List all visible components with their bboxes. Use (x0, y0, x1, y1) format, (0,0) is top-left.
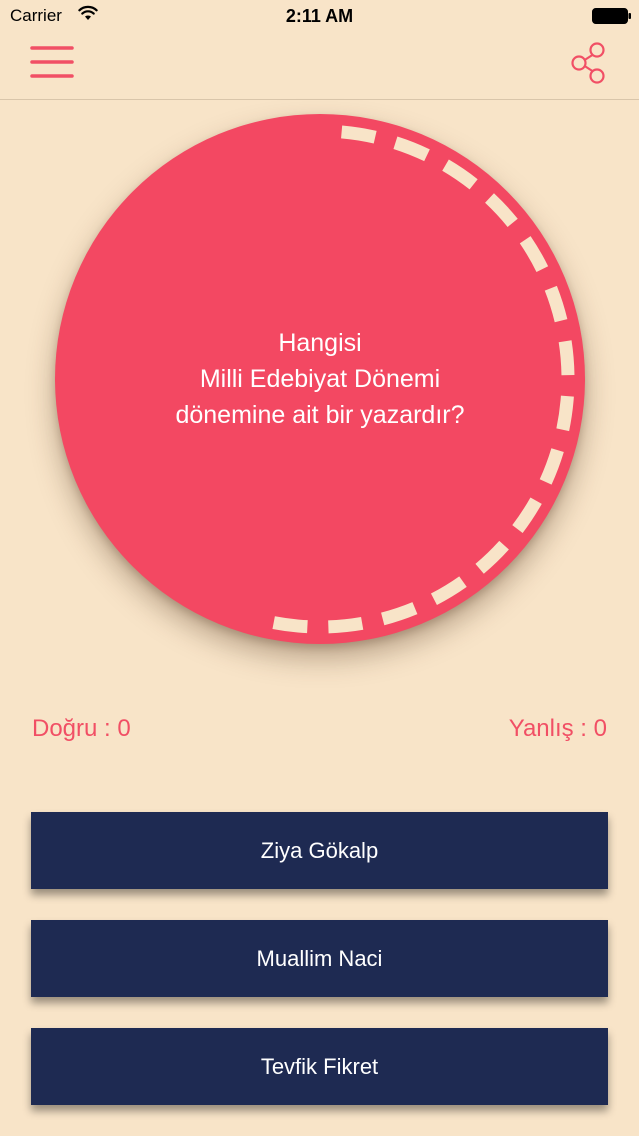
battery-icon (592, 8, 631, 24)
answer-button-1[interactable]: Ziya Gökalp (31, 812, 608, 889)
answer-button-2[interactable]: Muallim Naci (31, 920, 608, 997)
nav-bar (0, 32, 639, 100)
share-icon[interactable] (568, 41, 610, 85)
question-line: Milli Edebiyat Dönemi (199, 365, 441, 393)
question-text: Hangisi Milli Edebiyat Dönemi dönemine a… (105, 325, 535, 433)
correct-score: Doğru : 0 (32, 715, 131, 742)
question-line: dönemine ait bir yazardır? (175, 401, 465, 429)
hamburger-menu-icon[interactable] (30, 43, 74, 81)
clock-time: 2:11 AM (285, 6, 354, 26)
wrong-score: Yanlış : 0 (508, 715, 607, 742)
status-bar: Carrier 2:11 AM (0, 0, 639, 32)
answer-button-3[interactable]: Tevfik Fikret (31, 1028, 608, 1105)
question-line: Hangisi (278, 329, 362, 357)
